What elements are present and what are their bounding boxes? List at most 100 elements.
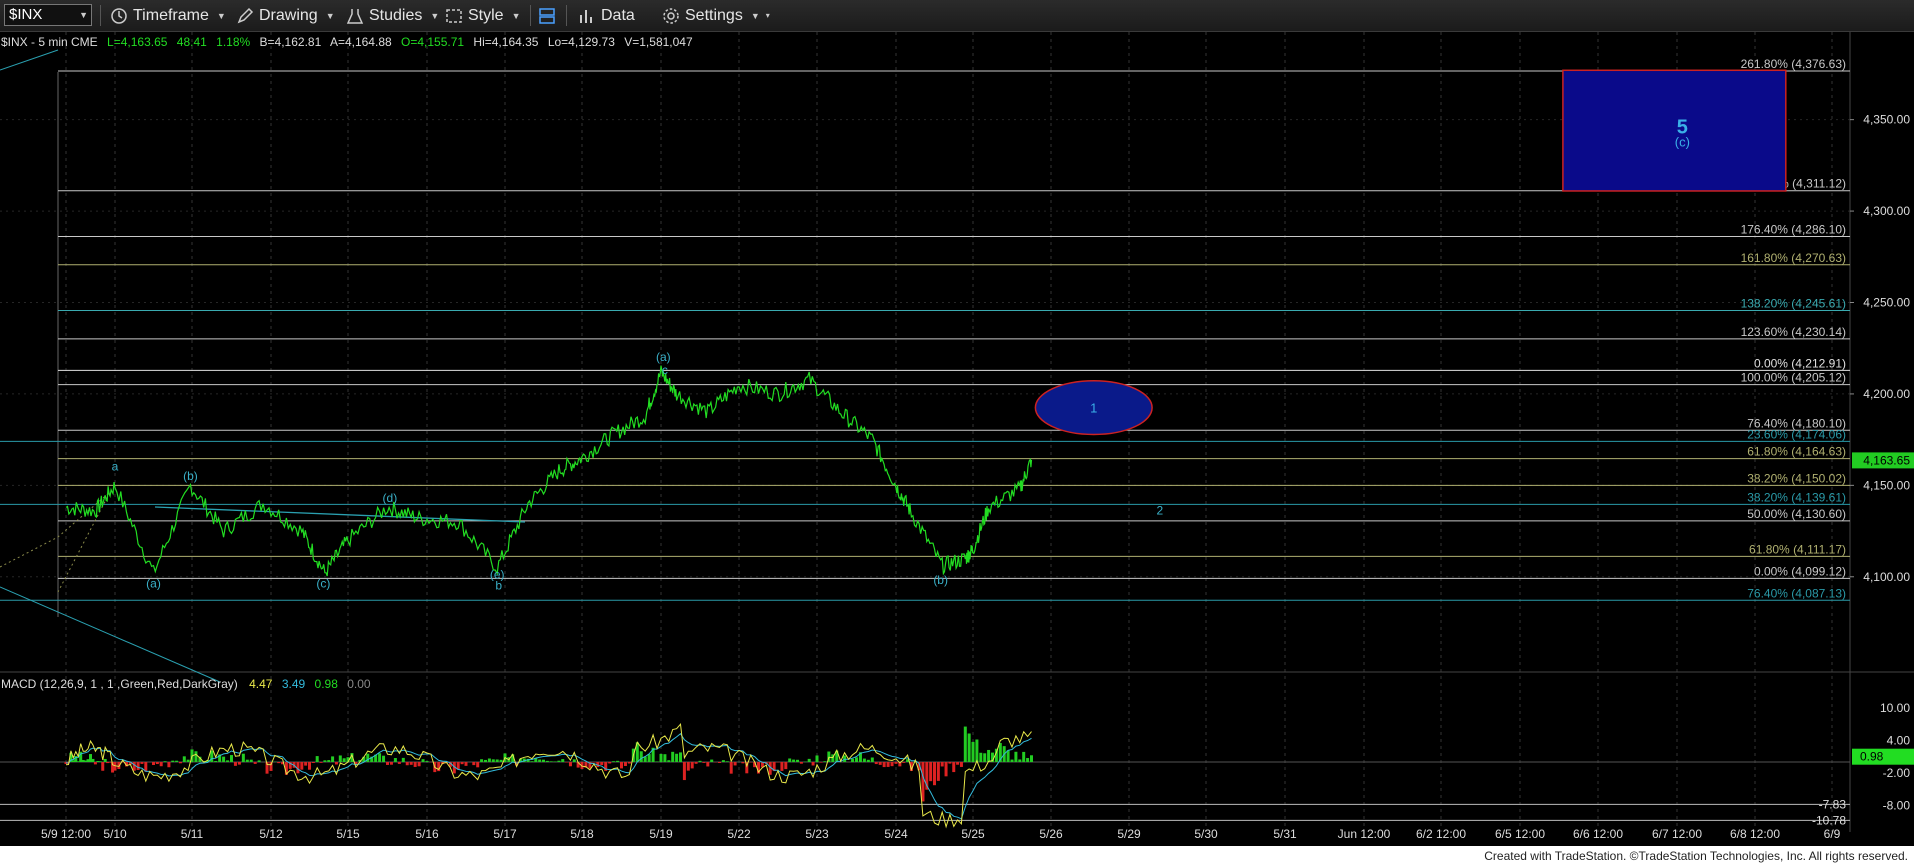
- macd-histogram-bar: [862, 758, 866, 762]
- macd-label: MACD (12,26,9, 1 , 1 ,Green,Red,DarkGray…: [1, 677, 238, 691]
- current-price-label: 4,163.65: [1863, 453, 1910, 467]
- high-price: Hi=4,164.35: [473, 35, 538, 49]
- macd-histogram-bar: [741, 762, 745, 764]
- macd-histogram-bar: [975, 739, 979, 762]
- macd-histogram-bar: [327, 760, 331, 762]
- zone-label: 1: [1090, 401, 1097, 416]
- macd-histogram-bar: [721, 760, 725, 762]
- low-price: Lo=4,129.73: [548, 35, 615, 49]
- price-tick-label: 4,150.00: [1863, 478, 1910, 492]
- macd-histogram-bar: [882, 762, 886, 768]
- macd-histogram-bar: [226, 760, 230, 762]
- settings-button[interactable]: Settings ▼ ▾: [662, 0, 770, 31]
- fib-label: 176.40% (4,286.10): [1741, 222, 1846, 236]
- macd-histogram-bar: [623, 762, 627, 766]
- wave-5-target-zone: [1562, 69, 1787, 192]
- macd-histogram-bar: [319, 762, 323, 763]
- macd-histogram-bar: [277, 762, 281, 764]
- date-tick-label: 5/11: [181, 827, 204, 841]
- macd-histogram-bar: [397, 762, 401, 764]
- macd-histogram-bar: [823, 761, 827, 762]
- fib-label: 123.60% (4,230.14): [1741, 325, 1846, 339]
- macd-histogram-bar: [472, 762, 476, 766]
- fib-label: 100.00% (4,205.12): [1741, 371, 1846, 385]
- macd-histogram-bar: [538, 759, 542, 762]
- macd-histogram-bar: [963, 726, 967, 762]
- pencil-icon: [237, 7, 254, 23]
- date-tick-label: 5/12: [259, 827, 283, 841]
- date-tick-label: 5/24: [884, 827, 908, 841]
- symbol-dropdown-icon[interactable]: ▼: [79, 5, 88, 25]
- price-tick-label: 4,300.00: [1863, 204, 1910, 218]
- date-tick-label: 5/23: [805, 827, 829, 841]
- macd-value-3: 0.98: [315, 677, 339, 691]
- fib-label: 0.00% (4,099.12): [1754, 564, 1846, 578]
- macd-histogram-bar: [103, 758, 107, 762]
- macd-histogram-bar: [807, 758, 811, 762]
- macd-histogram-bar: [659, 753, 663, 762]
- date-tick-label: 5/16: [415, 827, 439, 841]
- date-tick-label: 5/10: [103, 827, 127, 841]
- macd-histogram-bar: [572, 759, 576, 762]
- symbol-input[interactable]: $INX ▼: [4, 4, 92, 26]
- layout-button[interactable]: [538, 0, 561, 31]
- macd-header: MACD (12,26,9, 1 , 1 ,Green,Red,DarkGray…: [1, 677, 371, 691]
- macd-histogram-bar: [249, 759, 253, 762]
- macd-extreme-label: -10.78: [1812, 813, 1846, 827]
- chart-area[interactable]: 261.80% (4,376.63)200.00% (4,311.12)176.…: [0, 32, 1914, 846]
- macd-histogram-bar: [460, 762, 464, 765]
- fib-label: 76.40% (4,087.13): [1747, 586, 1846, 600]
- macd-histogram-bar: [331, 756, 335, 762]
- studies-label: Studies: [369, 6, 423, 24]
- macd-histogram-bar: [983, 753, 987, 762]
- macd-histogram-bar: [616, 760, 620, 762]
- macd-extreme-label: -7.83: [1819, 797, 1847, 811]
- macd-histogram-bar: [98, 761, 102, 762]
- macd-histogram-bar: [612, 761, 616, 762]
- timeframe-caret-icon: ▼: [216, 10, 226, 21]
- macd-histogram-bar: [91, 758, 95, 762]
- macd-histogram-bar: [545, 760, 549, 762]
- macd-histogram-bar: [667, 760, 671, 762]
- wave-label: (c): [316, 577, 330, 591]
- macd-histogram-bar: [959, 762, 963, 767]
- fib-label: 261.80% (4,376.63): [1741, 57, 1846, 71]
- ask-price: A=4,164.88: [330, 35, 392, 49]
- macd-histogram-bar: [956, 762, 960, 765]
- more-caret-icon: ▾: [765, 11, 770, 20]
- macd-histogram-bar: [491, 759, 495, 762]
- macd-histogram-bar: [194, 751, 198, 762]
- macd-histogram-bar: [694, 762, 698, 764]
- macd-histogram-bar: [784, 762, 788, 770]
- macd-histogram-bar: [886, 762, 890, 767]
- macd-histogram-bar: [499, 759, 503, 762]
- fib-label: 38.20% (4,150.02): [1747, 471, 1846, 485]
- fib-label: 61.80% (4,111.17): [1749, 542, 1846, 556]
- drawing-label: Drawing: [259, 6, 318, 24]
- macd-histogram-bar: [878, 762, 882, 765]
- macd-histogram-bar: [308, 762, 311, 770]
- macd-histogram-bar: [421, 759, 425, 762]
- timeframe-button[interactable]: Timeframe ▼: [110, 0, 226, 31]
- macd-histogram-bar: [342, 758, 346, 762]
- toolbar-separator: [530, 5, 531, 26]
- macd-histogram-bar: [1022, 751, 1026, 762]
- style-button[interactable]: Style ▼: [445, 0, 521, 31]
- macd-histogram-bar: [171, 760, 175, 762]
- studies-button[interactable]: Studies ▼: [346, 0, 439, 31]
- macd-histogram-bar: [655, 761, 659, 762]
- studies-caret-icon: ▼: [430, 10, 440, 21]
- macd-histogram-bar: [1010, 759, 1014, 762]
- macd-histogram-bar: [159, 762, 163, 767]
- macd-histogram-bar: [480, 759, 484, 762]
- gear-icon: [663, 7, 679, 24]
- macd-histogram-bar: [155, 762, 159, 765]
- macd-tick-label: 10.00: [1880, 701, 1910, 715]
- style-caret-icon: ▼: [511, 10, 521, 21]
- price-tick-label: 4,200.00: [1863, 387, 1910, 401]
- date-tick-label: 5/18: [570, 827, 594, 841]
- date-tick-label: Jun 12:00: [1338, 827, 1391, 841]
- drawing-button[interactable]: Drawing ▼: [236, 0, 335, 31]
- macd-histogram-bar: [725, 761, 729, 762]
- data-button[interactable]: Data: [578, 0, 635, 31]
